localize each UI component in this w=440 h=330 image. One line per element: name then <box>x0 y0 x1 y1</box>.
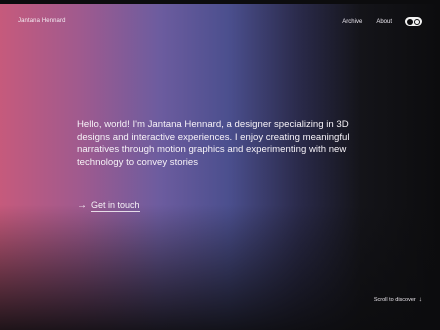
page: Jantana Hennard Archive About Hello, wor… <box>0 0 440 330</box>
main-nav: Archive About <box>342 17 422 26</box>
brand-name[interactable]: Jantana Hennard <box>18 18 66 24</box>
arrow-right-icon: → <box>77 200 87 211</box>
get-in-touch-label: Get in touch <box>91 200 140 212</box>
intro-text: Hello, world! I'm Jantana Hennard, a des… <box>77 119 350 169</box>
toggle-ring <box>414 18 420 25</box>
scroll-to-discover[interactable]: Scroll to discover ↓ <box>373 296 422 303</box>
nav-link-about[interactable]: About <box>376 19 392 25</box>
theme-toggle-icon[interactable] <box>405 17 422 26</box>
top-edge-bar <box>0 0 440 4</box>
toggle-knob <box>407 18 413 25</box>
arrow-down-icon: ↓ <box>418 296 422 303</box>
get-in-touch-link[interactable]: → Get in touch <box>77 200 140 212</box>
scroll-label: Scroll to discover <box>373 297 416 303</box>
nav-link-archive[interactable]: Archive <box>342 19 362 25</box>
